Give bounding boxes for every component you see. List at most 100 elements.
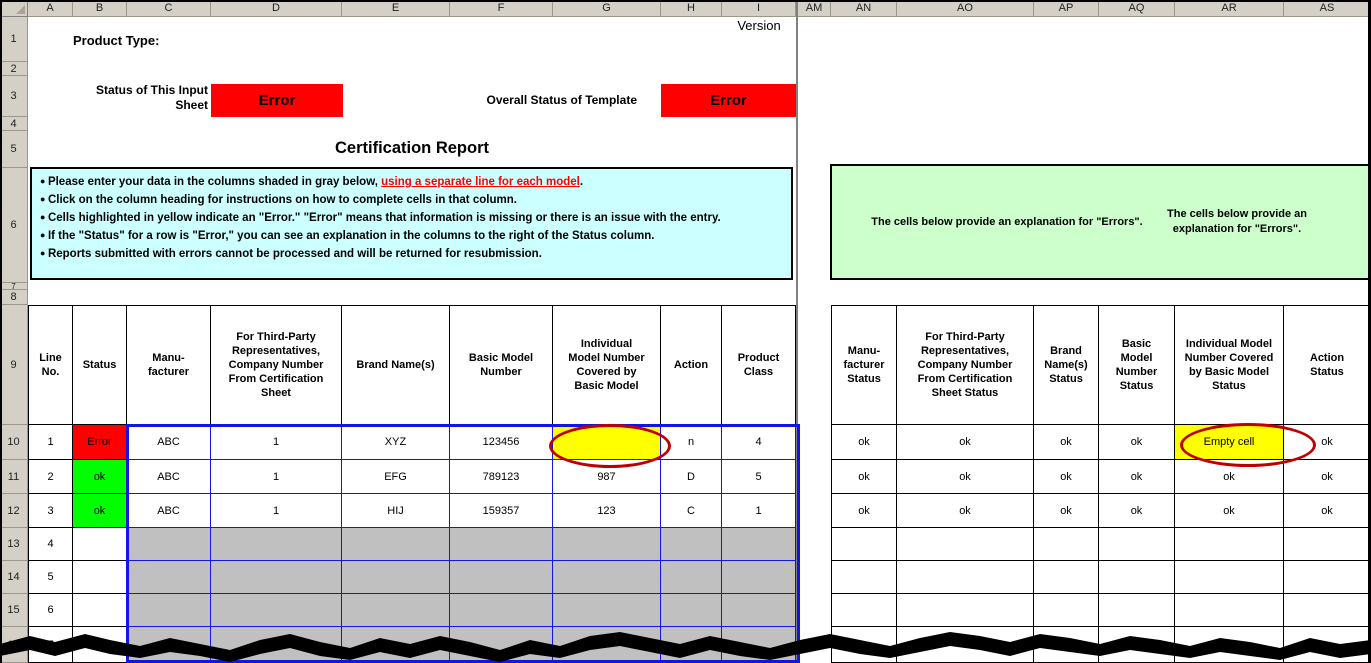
cell-empty[interactable] xyxy=(1099,594,1175,627)
cell-status-value[interactable]: ok xyxy=(1099,494,1175,528)
column-heading-cell[interactable]: Status xyxy=(73,305,127,425)
column-header-F[interactable]: F xyxy=(450,0,553,17)
cell-entry-empty[interactable] xyxy=(127,561,211,594)
cell-value[interactable]: n xyxy=(661,425,722,460)
column-heading-cell[interactable]: Action xyxy=(661,305,722,425)
cell-entry-empty[interactable] xyxy=(211,561,342,594)
cell-status-value[interactable]: ok xyxy=(897,425,1034,460)
column-header-A[interactable]: A xyxy=(28,0,73,17)
cell-entry-empty[interactable] xyxy=(127,528,211,561)
cell-entry-empty[interactable] xyxy=(450,528,553,561)
cell-line-no[interactable]: 5 xyxy=(28,561,73,594)
column-heading-cell[interactable]: Manu- facturer xyxy=(127,305,211,425)
cell-empty[interactable] xyxy=(1034,528,1099,561)
cell-status-value[interactable]: ok xyxy=(1034,494,1099,528)
cell-empty[interactable] xyxy=(897,594,1034,627)
row-header-12[interactable]: 12 xyxy=(0,494,28,528)
cell-value[interactable]: HIJ xyxy=(342,494,450,528)
row-header-13[interactable]: 13 xyxy=(0,528,28,561)
cell-value[interactable]: 4 xyxy=(722,425,796,460)
cell-status-value[interactable]: ok xyxy=(1099,460,1175,494)
cell-status[interactable]: ok xyxy=(73,494,127,528)
cell-value[interactable]: XYZ xyxy=(342,425,450,460)
cell-entry-empty[interactable] xyxy=(211,528,342,561)
cell-status-value[interactable]: ok xyxy=(831,460,897,494)
cell-empty[interactable] xyxy=(897,561,1034,594)
cell-value[interactable]: 1 xyxy=(211,494,342,528)
cell-status-value[interactable]: ok xyxy=(831,425,897,460)
column-header-C[interactable]: C xyxy=(127,0,211,17)
status-column-heading-cell[interactable]: Manu- facturer Status xyxy=(831,305,897,425)
row-header-4[interactable]: 4 xyxy=(0,117,28,131)
cell-value[interactable]: D xyxy=(661,460,722,494)
status-column-heading-cell[interactable]: Basic Model Number Status xyxy=(1099,305,1175,425)
cell-value[interactable]: 987 xyxy=(553,460,661,494)
row-header-6[interactable]: 6 xyxy=(0,168,28,283)
cell-empty[interactable] xyxy=(1099,561,1175,594)
cell-value[interactable]: ABC xyxy=(127,425,211,460)
cell-status-value[interactable]: ok xyxy=(897,494,1034,528)
cell-status-value[interactable]: ok xyxy=(1175,460,1284,494)
cell-entry-empty[interactable] xyxy=(661,561,722,594)
cell-entry-empty[interactable] xyxy=(450,561,553,594)
pane-split-line[interactable] xyxy=(796,0,798,663)
cell-status[interactable]: Error xyxy=(73,425,127,460)
cell-value[interactable]: EFG xyxy=(342,460,450,494)
cell-entry-empty[interactable] xyxy=(661,594,722,627)
cell-entry-empty[interactable] xyxy=(342,561,450,594)
cell-status-value[interactable]: ok xyxy=(1034,425,1099,460)
cell-value[interactable]: ABC xyxy=(127,494,211,528)
cell-entry-empty[interactable] xyxy=(722,594,796,627)
status-column-heading-cell[interactable]: Brand Name(s) Status xyxy=(1034,305,1099,425)
cell-line-no[interactable]: 1 xyxy=(28,425,73,460)
cell-status-value[interactable]: ok xyxy=(1034,460,1099,494)
column-heading-cell[interactable]: Individual Model Number Covered by Basic… xyxy=(553,305,661,425)
cell-line-no[interactable]: 4 xyxy=(28,528,73,561)
cell-status-value[interactable]: ok xyxy=(1284,494,1371,528)
column-heading-cell[interactable]: Basic Model Number xyxy=(450,305,553,425)
column-header-H[interactable]: H xyxy=(661,0,722,17)
status-column-heading-cell[interactable]: Individual Model Number Covered by Basic… xyxy=(1175,305,1284,425)
cell-status-value[interactable]: ok xyxy=(831,494,897,528)
cell-entry-empty[interactable] xyxy=(211,594,342,627)
column-heading-cell[interactable]: Brand Name(s) xyxy=(342,305,450,425)
select-all-corner[interactable] xyxy=(0,0,28,17)
cell-value[interactable]: ABC xyxy=(127,460,211,494)
row-header-1[interactable]: 1 xyxy=(0,17,28,62)
column-header-I[interactable]: I xyxy=(722,0,796,17)
column-header-AS[interactable]: AS xyxy=(1284,0,1371,17)
cell-value[interactable]: 1 xyxy=(211,425,342,460)
column-header-B[interactable]: B xyxy=(73,0,127,17)
cell-empty[interactable] xyxy=(73,561,127,594)
cell-empty[interactable] xyxy=(1099,528,1175,561)
cell-empty[interactable] xyxy=(897,528,1034,561)
status-column-heading-cell[interactable]: For Third-Party Representatives, Company… xyxy=(897,305,1034,425)
row-header-15[interactable]: 15 xyxy=(0,594,28,627)
column-header-AO[interactable]: AO xyxy=(897,0,1034,17)
column-header-G[interactable]: G xyxy=(553,0,661,17)
cell-empty[interactable] xyxy=(831,528,897,561)
cell-empty[interactable] xyxy=(1034,594,1099,627)
column-heading-cell[interactable]: For Third-Party Representatives, Company… xyxy=(211,305,342,425)
row-header-8[interactable]: 8 xyxy=(0,290,28,305)
cell-line-no[interactable]: 6 xyxy=(28,594,73,627)
cell-entry-empty[interactable] xyxy=(450,594,553,627)
cell-entry-empty[interactable] xyxy=(553,561,661,594)
cell-empty[interactable] xyxy=(831,561,897,594)
cell-empty[interactable] xyxy=(73,528,127,561)
cell-value[interactable]: 123456 xyxy=(450,425,553,460)
column-header-AQ[interactable]: AQ xyxy=(1099,0,1175,17)
cell-empty[interactable] xyxy=(73,594,127,627)
cell-status-value[interactable]: Empty cell xyxy=(1175,425,1284,460)
cell-empty[interactable] xyxy=(1175,561,1284,594)
cell-value[interactable]: 789123 xyxy=(450,460,553,494)
row-header-3[interactable]: 3 xyxy=(0,76,28,117)
cell-line-no[interactable]: 2 xyxy=(28,460,73,494)
cell-entry-empty[interactable] xyxy=(553,594,661,627)
cell-empty[interactable] xyxy=(831,594,897,627)
cell-empty[interactable] xyxy=(1284,561,1371,594)
row-header-5[interactable]: 5 xyxy=(0,131,28,168)
column-header-AR[interactable]: AR xyxy=(1175,0,1284,17)
cell-value[interactable]: 5 xyxy=(722,460,796,494)
column-header-AM[interactable]: AM xyxy=(798,0,831,17)
